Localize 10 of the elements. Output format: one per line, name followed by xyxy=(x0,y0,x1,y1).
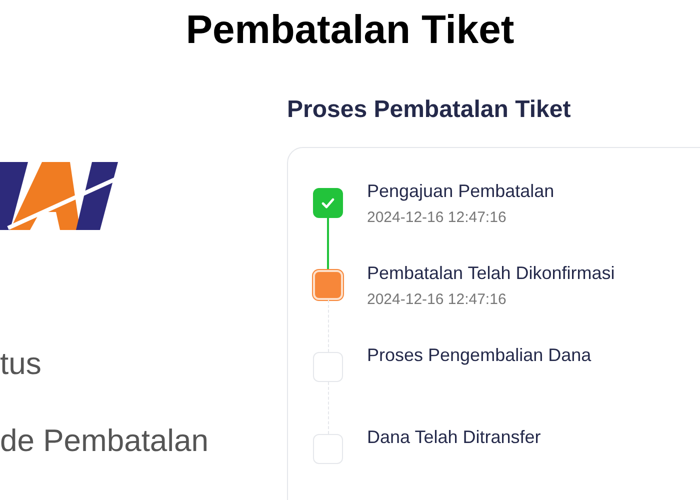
step-label: Pengajuan Pembatalan xyxy=(367,180,554,203)
step-time: 2024-12-16 12:47:16 xyxy=(367,208,508,228)
step-time: 2024-12-16 12:47:16 xyxy=(367,290,508,310)
step-label: Proses Pengembalian Dana xyxy=(367,344,592,367)
step-label: Dana Telah Ditransfer xyxy=(367,426,541,449)
field-label: de Pembatalan xyxy=(0,425,210,456)
section-heading: Proses Pembatalan Tiket xyxy=(287,98,572,122)
step-label: Pembatalan Telah Dikonfirmasi xyxy=(367,262,615,285)
page-title: Pembatalan Tiket xyxy=(184,7,516,50)
field-label: tus xyxy=(0,348,42,379)
